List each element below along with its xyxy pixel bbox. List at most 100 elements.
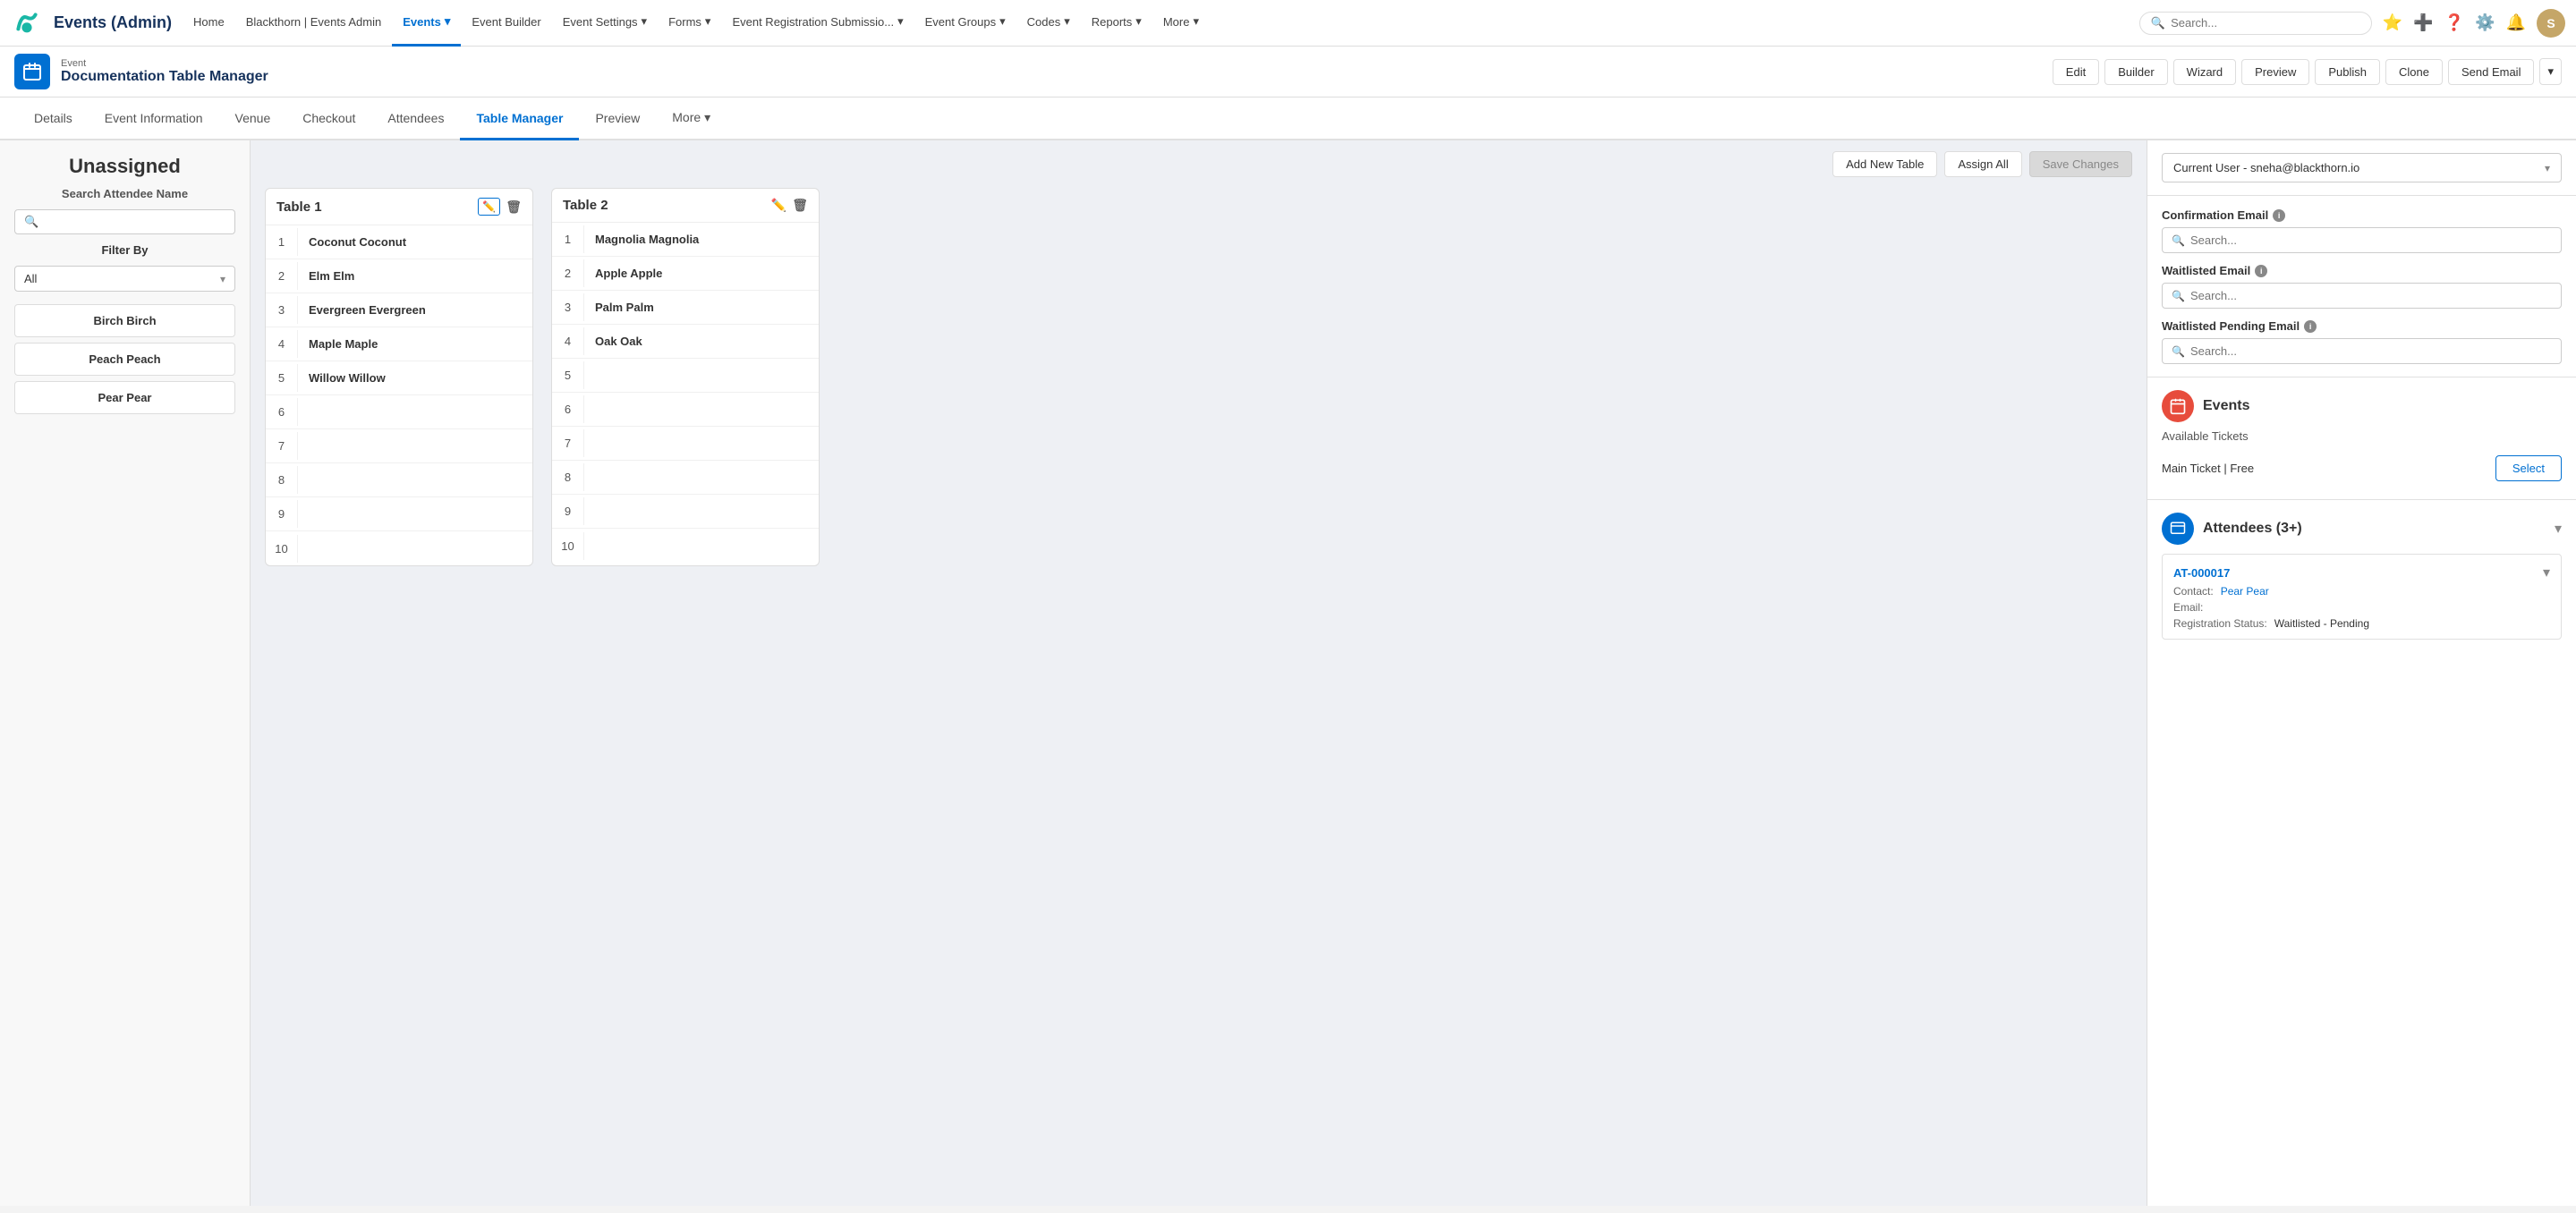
waitlisted-email-label: Waitlisted Email i: [2162, 264, 2562, 277]
table-1-icons: ✏️ 🗑: [478, 198, 522, 216]
top-navigation: Home Blackthorn | Events Admin Events ▾ …: [183, 0, 2129, 47]
table-row: 8: [552, 461, 819, 495]
search-input[interactable]: [2171, 16, 2360, 30]
nav-forms[interactable]: Forms ▾: [658, 0, 721, 47]
tab-event-information[interactable]: Event Information: [89, 98, 219, 140]
table-row: 6: [552, 393, 819, 427]
table-1-edit-icon[interactable]: ✏️: [478, 198, 500, 216]
clone-button[interactable]: Clone: [2385, 59, 2443, 85]
table-2-icons: ✏️ 🗑: [771, 198, 808, 213]
nav-event-reg[interactable]: Event Registration Submissio... ▾: [721, 0, 914, 47]
tab-table-manager[interactable]: Table Manager: [460, 98, 579, 140]
nav-event-builder[interactable]: Event Builder: [461, 0, 551, 47]
contact-value[interactable]: Pear Pear: [2221, 585, 2269, 598]
more-actions-button[interactable]: ▾: [2539, 58, 2562, 85]
pending-search-icon: 🔍: [2172, 345, 2185, 358]
waitlisted-pending-search[interactable]: 🔍: [2162, 338, 2562, 364]
notifications-button[interactable]: 🔔: [2506, 13, 2526, 32]
user-select-arrow-icon: ▾: [2545, 162, 2550, 174]
attendee-pear[interactable]: Pear Pear: [14, 381, 235, 414]
global-search[interactable]: 🔍: [2139, 12, 2372, 35]
attendees-section-title: Attendees (3+): [2203, 521, 2302, 537]
attendee-record-arrow-icon[interactable]: ▾: [2543, 564, 2550, 581]
nav-codes[interactable]: Codes ▾: [1016, 0, 1081, 47]
contact-label: Contact:: [2173, 585, 2214, 598]
attendee-search-input[interactable]: [44, 216, 225, 229]
events-section: Events Available Tickets Main Ticket | F…: [2147, 377, 2576, 500]
edit-button[interactable]: Edit: [2053, 59, 2099, 85]
nav-event-groups[interactable]: Event Groups ▾: [914, 0, 1016, 47]
nav-events[interactable]: Events ▾: [392, 0, 461, 47]
nav-reg-arrow-icon: ▾: [897, 14, 904, 29]
waitlisted-email-search[interactable]: 🔍: [2162, 283, 2562, 309]
attendee-id-link[interactable]: AT-000017: [2173, 566, 2230, 580]
confirmation-email-search[interactable]: 🔍: [2162, 227, 2562, 253]
help-button[interactable]: ❓: [2444, 13, 2464, 32]
add-new-table-button[interactable]: Add New Table: [1832, 151, 1937, 177]
events-section-icon: [2162, 390, 2194, 422]
waitlisted-pending-info-icon: i: [2304, 320, 2317, 333]
events-section-header: Events: [2162, 390, 2562, 422]
right-panel: Current User - sneha@blackthorn.io ▾ Con…: [2147, 140, 2576, 1206]
email-field-row: Email:: [2173, 601, 2550, 614]
event-type-icon: [14, 54, 50, 89]
table-row: 2 Apple Apple: [552, 257, 819, 291]
preview-button[interactable]: Preview: [2241, 59, 2309, 85]
email-label: Email:: [2173, 601, 2203, 614]
table-row: 5: [552, 359, 819, 393]
tab-details[interactable]: Details: [18, 98, 89, 140]
attendee-peach[interactable]: Peach Peach: [14, 343, 235, 376]
filter-value: All: [24, 272, 37, 285]
tab-attendees[interactable]: Attendees: [371, 98, 460, 140]
nav-groups-arrow-icon: ▾: [999, 14, 1006, 29]
table-2-rows: 1 Magnolia Magnolia 2 Apple Apple 3 Palm…: [552, 223, 819, 563]
send-email-button[interactable]: Send Email: [2448, 59, 2534, 85]
select-ticket-button[interactable]: Select: [2495, 455, 2562, 481]
wizard-button[interactable]: Wizard: [2173, 59, 2236, 85]
attendee-search-icon: 🔍: [24, 215, 38, 229]
table-2-edit-icon[interactable]: ✏️: [771, 198, 786, 213]
table-1-title: Table 1: [276, 199, 322, 215]
attendee-search-box[interactable]: 🔍: [14, 209, 235, 234]
filter-dropdown[interactable]: All ▾: [14, 266, 235, 292]
confirmation-email-input[interactable]: [2190, 233, 2552, 247]
add-button[interactable]: ➕: [2413, 13, 2433, 32]
tab-more[interactable]: More ▾: [656, 98, 727, 140]
nav-forms-arrow-icon: ▾: [705, 14, 711, 29]
attendees-section-header: Attendees (3+) ▾: [2162, 513, 2562, 545]
favorites-button[interactable]: ⭐: [2383, 13, 2402, 32]
attendee-record-at-000017: AT-000017 ▾ Contact: Pear Pear Email: Re…: [2162, 554, 2562, 640]
nav-blackthorn[interactable]: Blackthorn | Events Admin: [235, 0, 393, 47]
assign-all-button[interactable]: Assign All: [1944, 151, 2021, 177]
events-section-title: Events: [2203, 398, 2249, 414]
tab-venue[interactable]: Venue: [219, 98, 287, 140]
nav-event-settings[interactable]: Event Settings ▾: [552, 0, 658, 47]
user-select-dropdown[interactable]: Current User - sneha@blackthorn.io ▾: [2162, 153, 2562, 182]
nav-home[interactable]: Home: [183, 0, 235, 47]
tab-preview[interactable]: Preview: [579, 98, 656, 140]
table-2-title: Table 2: [563, 198, 608, 213]
settings-button[interactable]: ⚙️: [2475, 13, 2495, 32]
nav-reports[interactable]: Reports ▾: [1081, 0, 1152, 47]
table-row: 9: [266, 497, 532, 531]
table-1-rows: 1 Coconut Coconut 2 Elm Elm 3 Evergreen …: [266, 225, 532, 565]
attendees-header-left: Attendees (3+): [2162, 513, 2302, 545]
table-row: 4 Oak Oak: [552, 325, 819, 359]
table-row: 7: [266, 429, 532, 463]
table-1-delete-icon[interactable]: 🗑: [506, 199, 522, 215]
user-avatar[interactable]: S: [2537, 9, 2565, 38]
table-1-header: Table 1 ✏️ 🗑: [266, 189, 532, 225]
builder-button[interactable]: Builder: [2104, 59, 2167, 85]
nav-reports-arrow-icon: ▾: [1135, 14, 1142, 29]
event-header-left: Event Documentation Table Manager: [14, 54, 268, 89]
nav-more[interactable]: More ▾: [1152, 0, 1210, 47]
tab-bar: Details Event Information Venue Checkout…: [0, 98, 2576, 140]
waitlisted-pending-input[interactable]: [2190, 344, 2552, 358]
tab-checkout[interactable]: Checkout: [286, 98, 371, 140]
save-changes-button[interactable]: Save Changes: [2029, 151, 2132, 177]
attendees-collapse-icon[interactable]: ▾: [2555, 520, 2562, 538]
attendee-birch[interactable]: Birch Birch: [14, 304, 235, 337]
table-2-delete-icon[interactable]: 🗑: [792, 198, 808, 213]
waitlisted-email-input[interactable]: [2190, 289, 2552, 302]
publish-button[interactable]: Publish: [2315, 59, 2380, 85]
